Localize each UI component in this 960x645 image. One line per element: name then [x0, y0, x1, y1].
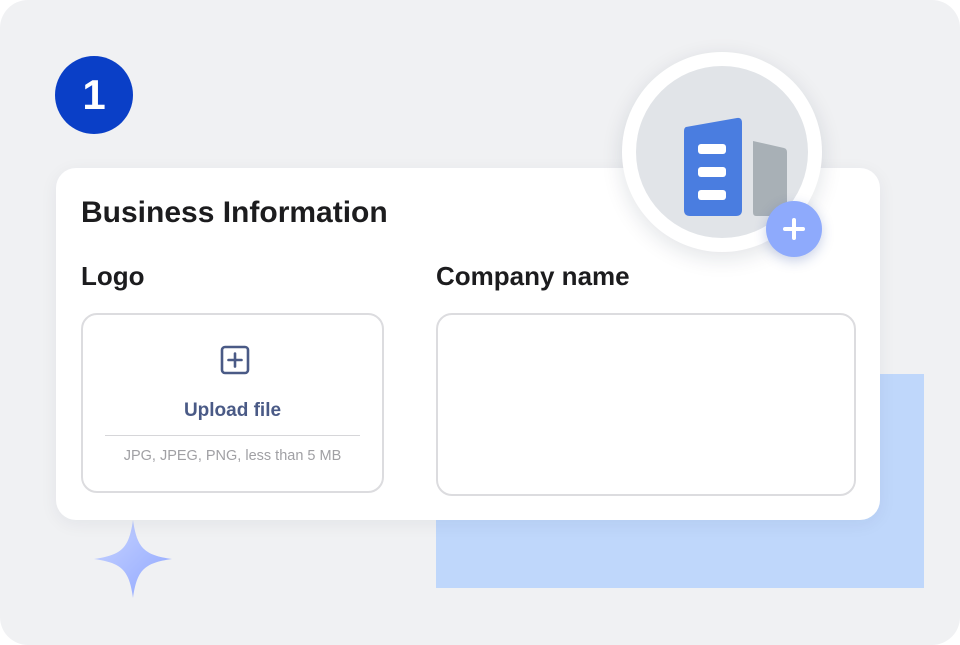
upload-file-label[interactable]: Upload file: [83, 400, 382, 422]
add-logo-button[interactable]: [766, 201, 822, 257]
logo-label: Logo: [81, 261, 145, 291]
card-title: Business Information: [81, 196, 388, 229]
sparkle-icon: [94, 520, 172, 598]
canvas: 1 Business Information Logo Company name…: [0, 0, 960, 645]
logo-upload-dropzone[interactable]: Upload file JPG, JPEG, PNG, less than 5 …: [81, 313, 384, 493]
upload-divider: [105, 435, 360, 436]
company-name-label: Company name: [436, 261, 630, 291]
step-number-badge: 1: [55, 56, 133, 134]
plus-square-icon: [220, 345, 250, 375]
plus-icon: [783, 218, 805, 240]
building-icon: [684, 117, 787, 216]
upload-file-hint: JPG, JPEG, PNG, less than 5 MB: [123, 448, 342, 464]
company-name-input[interactable]: [436, 313, 856, 496]
